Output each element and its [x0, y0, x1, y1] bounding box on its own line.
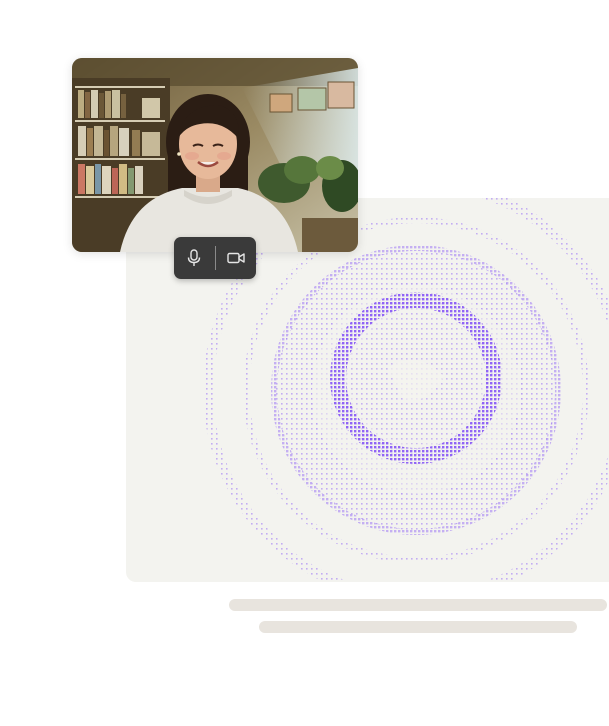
video-camera-icon [227, 252, 245, 264]
placeholder-line [259, 621, 577, 633]
self-video-preview [72, 58, 358, 252]
webcam-feed-image [72, 58, 358, 252]
voice-call-stage [0, 0, 609, 726]
microphone-button[interactable] [174, 237, 214, 279]
camera-button[interactable] [216, 237, 256, 279]
microphone-icon [187, 249, 201, 266]
placeholder-line [229, 599, 607, 611]
call-controls [174, 237, 256, 279]
